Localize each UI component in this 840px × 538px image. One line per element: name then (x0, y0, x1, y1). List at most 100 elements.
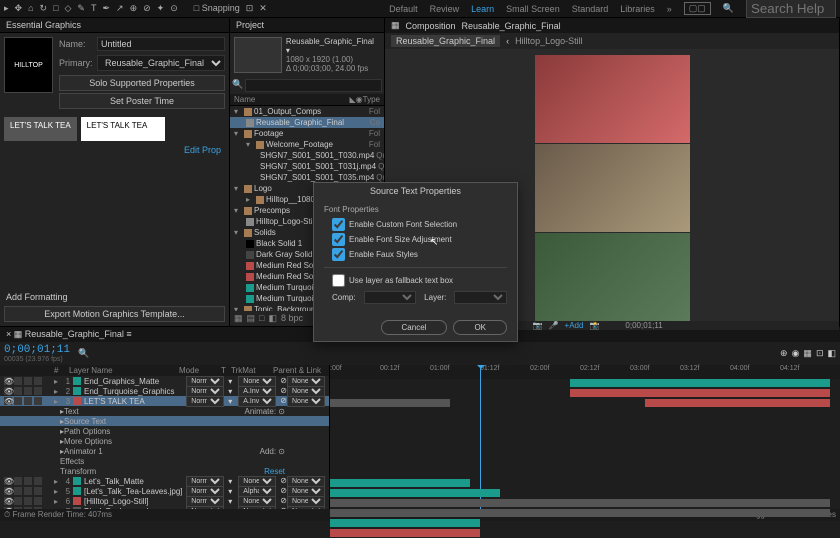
snap-icon[interactable]: ⊡ (246, 3, 254, 14)
tl-icon[interactable]: ⊕ (780, 348, 788, 359)
ok-button[interactable]: OK (453, 320, 507, 335)
faux-styles-checkbox[interactable]: Enable Faux Styles (332, 248, 507, 261)
box-icon[interactable]: ▢▢ (684, 2, 711, 15)
layer-bar[interactable] (330, 489, 500, 497)
fallback-checkbox[interactable]: Use layer as fallback text box (332, 274, 507, 287)
workspace-review[interactable]: Review (430, 4, 460, 14)
font-size-checkbox[interactable]: Enable Font Size Adjustment (332, 233, 507, 246)
source-text-dialog: Source Text Properties Font Properties E… (313, 182, 518, 342)
label-icon[interactable]: ◉ (356, 95, 363, 104)
timeline-layer[interactable]: 👁▸2End_Turquoise_GraphicsNormal▾A.Inv⊘No… (0, 386, 329, 396)
layer-select[interactable] (454, 291, 507, 304)
timecode[interactable]: 0;00;01;11 (625, 321, 662, 330)
footer-icon[interactable]: ◧ (268, 313, 277, 324)
text-chip-editable[interactable]: LET'S TALK TEA (81, 117, 165, 141)
footer-icon[interactable]: □ (259, 313, 264, 324)
layer-property[interactable]: ▸ More Options (0, 436, 329, 446)
tree-node[interactable]: ▾Welcome_FootageFol (230, 139, 384, 150)
layer-bar[interactable] (330, 479, 470, 487)
text-chip[interactable]: LET'S TALK TEA (4, 117, 77, 141)
workspace-small[interactable]: Small Screen (506, 4, 560, 14)
tool-icon[interactable]: ✎ (77, 3, 85, 14)
workspace-more-icon[interactable]: » (667, 4, 672, 14)
layer-bar[interactable] (330, 399, 450, 407)
tl-icon[interactable]: ◉ (792, 348, 800, 359)
export-template-button[interactable]: Export Motion Graphics Template... (4, 306, 225, 322)
footer-icon[interactable]: ▤ (247, 313, 256, 324)
custom-font-checkbox[interactable]: Enable Custom Font Selection (332, 218, 507, 231)
layer-bar[interactable] (330, 509, 830, 517)
tree-node[interactable]: ▾FootageFol (230, 128, 384, 139)
layer-property[interactable]: ▸ Animator 1Add: ⊙ (0, 446, 329, 456)
time-ruler[interactable]: :00f00:12f01:00f01:12f02:00f02:12f03:00f… (330, 365, 840, 379)
tool-icon[interactable]: □ (53, 3, 58, 14)
workspace-learn[interactable]: Learn (471, 4, 494, 14)
project-search[interactable] (245, 79, 382, 92)
tool-icon[interactable]: ◇ (65, 3, 72, 14)
workspace-libraries[interactable]: Libraries (620, 4, 655, 14)
camera-icon[interactable]: 📷 (533, 321, 543, 330)
tl-icon[interactable]: ◧ (827, 348, 836, 359)
bpc-label[interactable]: 8 bpc (281, 313, 303, 324)
layer-icon[interactable]: ▦ (391, 20, 400, 31)
add-formatting-button[interactable]: Add Formatting (6, 292, 223, 302)
comp-select[interactable] (364, 291, 417, 304)
tool-icon[interactable]: ✦ (157, 3, 165, 14)
layer-bar[interactable] (330, 529, 480, 537)
tree-node[interactable]: ▾01_Output_CompsFol (230, 106, 384, 117)
layer-bar[interactable] (330, 519, 480, 527)
timeline-layer[interactable]: 👁▸6[Hilltop_Logo-Still]Normal▾None⊘None (0, 496, 329, 506)
tree-node[interactable]: SHGN7_S001_S001_T030.mp4Qu (230, 150, 384, 161)
timeline-layer[interactable]: 👁▸1End_Graphics_MatteNormal▾None⊘None (0, 376, 329, 386)
tool-icon[interactable]: ▸ (4, 3, 9, 14)
cancel-button[interactable]: Cancel (381, 320, 448, 335)
snapping-toggle[interactable]: □ Snapping (194, 3, 240, 14)
layer-property[interactable]: Effects (0, 456, 329, 466)
primary-select[interactable]: Reusable_Graphic_Final (97, 55, 225, 71)
footer-icon[interactable]: ▦ (234, 313, 243, 324)
search-icon[interactable]: 🔍 (78, 348, 89, 359)
solo-button[interactable]: Solo Supported Properties (59, 75, 225, 91)
playhead[interactable] (480, 365, 481, 509)
layer-property[interactable]: ▸ Path Options (0, 426, 329, 436)
poster-button[interactable]: Set Poster Time (59, 93, 225, 109)
edit-properties-link[interactable]: Edit Prop (184, 145, 221, 155)
tl-icon[interactable]: ⊡ (816, 348, 824, 359)
layer-bar[interactable] (330, 499, 830, 507)
layer-property[interactable]: ▸ TextAnimate: ⊙ (0, 406, 329, 416)
tool-icon[interactable]: ⊙ (170, 3, 178, 14)
mic-icon[interactable]: 🎤 (549, 321, 559, 330)
tool-icon[interactable]: ✥ (15, 3, 23, 14)
tl-icon[interactable]: ▦ (803, 348, 812, 359)
tool-icon[interactable]: ✒ (102, 3, 110, 14)
poster-thumbnail[interactable]: HILLTOP (4, 37, 53, 93)
add-link[interactable]: +Add (565, 321, 584, 330)
tool-icon[interactable]: ↗ (116, 3, 124, 14)
name-input[interactable] (97, 37, 225, 51)
layer-bar[interactable] (570, 379, 830, 387)
current-time[interactable]: 0;00;01;11 (4, 344, 70, 356)
workspace-default[interactable]: Default (389, 4, 418, 14)
tool-icon[interactable]: ⊘ (143, 3, 151, 14)
tool-icon[interactable]: ↻ (40, 3, 48, 14)
snap-icon[interactable]: ✕ (259, 3, 267, 14)
breadcrumb[interactable]: Reusable_Graphic_Final (391, 35, 500, 47)
timeline-layer[interactable]: 👁▸5[Let's_Talk_Tea-Leaves.jpg]Normal▾Alp… (0, 486, 329, 496)
layer-property[interactable]: TransformReset (0, 466, 329, 476)
snapshot-icon[interactable]: 📸 (589, 321, 599, 330)
layer-bar[interactable] (645, 399, 830, 407)
layer-bar[interactable] (570, 389, 830, 397)
breadcrumb[interactable]: Hilltop_Logo-Still (515, 36, 583, 46)
layer-property[interactable]: ▸ Source Text (0, 416, 329, 426)
timeline-layer[interactable]: 👁▸3LET'S TALK TEANormal▾A.Inv⊘None (0, 396, 329, 406)
timeline-layer[interactable]: 👁▸4Let's_Talk_MatteNormal▾None⊘None (0, 476, 329, 486)
workspace-standard[interactable]: Standard (572, 4, 609, 14)
search-help-input[interactable] (746, 0, 836, 18)
tree-node[interactable]: Reusable_Graphic_FinalCo (230, 117, 384, 128)
tool-icon[interactable]: T (91, 3, 97, 14)
tree-node[interactable]: SHGN7_S001_S001_T031j.mp4Qu (230, 161, 384, 172)
timeline-tracks[interactable]: :00f00:12f01:00f01:12f02:00f02:12f03:00f… (330, 365, 840, 509)
tool-icon[interactable]: ⌂ (28, 3, 33, 14)
tool-icon[interactable]: ⊕ (130, 3, 138, 14)
timeline-layer[interactable]: 👁▸7Black BackgroundNormal▾None⊘None (0, 506, 329, 509)
